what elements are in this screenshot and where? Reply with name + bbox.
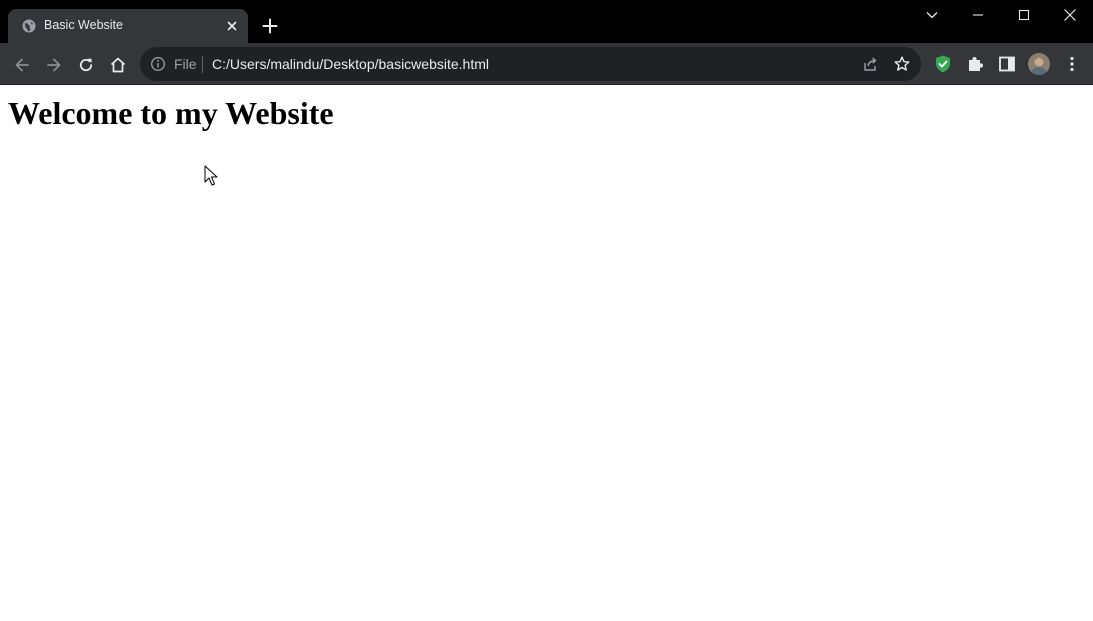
maximize-button[interactable] (1001, 0, 1047, 30)
close-icon[interactable] (224, 18, 240, 34)
back-button[interactable] (10, 53, 34, 77)
minimize-icon (973, 14, 983, 16)
avatar[interactable] (1028, 53, 1050, 75)
page-viewport: Welcome to my Website (0, 86, 1093, 621)
browser-toolbar: File C:/Users/malindu/Desktop/basicwebsi… (0, 43, 1093, 85)
back-arrow-icon (15, 58, 29, 72)
tab-title: Basic Website (44, 18, 123, 32)
star-icon[interactable] (893, 55, 911, 73)
home-icon (110, 57, 126, 73)
maximize-icon (1018, 9, 1030, 21)
title-bar: Basic Website (0, 0, 1093, 43)
shield-icon[interactable] (933, 54, 953, 74)
plus-icon[interactable] (260, 16, 280, 36)
page-heading: Welcome to my Website (8, 95, 334, 131)
reload-icon (79, 58, 93, 72)
tab-search-button[interactable] (909, 0, 955, 30)
address-bar[interactable]: File C:/Users/malindu/Desktop/basicwebsi… (140, 47, 921, 81)
close-window-icon (1064, 9, 1076, 21)
profile-avatar-image (1028, 53, 1050, 75)
forward-button[interactable] (42, 53, 66, 77)
minimize-button[interactable] (955, 0, 1001, 30)
reload-button[interactable] (74, 53, 98, 77)
puzzle-icon[interactable] (965, 54, 985, 74)
info-icon[interactable] (150, 56, 166, 72)
url-text[interactable]: C:/Users/malindu/Desktop/basicwebsite.ht… (212, 56, 489, 72)
mouse-cursor-icon (204, 165, 218, 186)
home-button[interactable] (106, 53, 130, 77)
kebab-menu-icon[interactable] (1062, 54, 1082, 74)
scheme-label: File (174, 56, 197, 72)
chevron-down-icon (926, 12, 938, 19)
omnibox-divider (202, 56, 203, 73)
globe-icon (22, 19, 36, 33)
forward-arrow-icon (47, 58, 61, 72)
side-panel-icon[interactable] (997, 54, 1017, 74)
share-icon[interactable] (861, 55, 879, 73)
close-window-button[interactable] (1047, 0, 1093, 30)
tab-basic-website[interactable]: Basic Website (8, 9, 248, 43)
